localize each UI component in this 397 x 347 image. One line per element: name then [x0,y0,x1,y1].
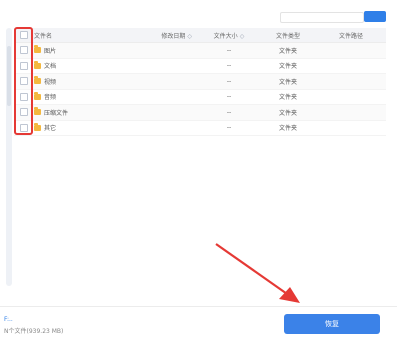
arrow-shaft [215,243,291,297]
file-count-text: N个文件(939.23 MB) [4,328,64,335]
pointer-arrow-annotation [215,243,300,303]
path-link[interactable]: F:.. [4,316,13,323]
restore-button[interactable]: 恢复 [284,314,380,334]
footer-divider [0,306,397,307]
